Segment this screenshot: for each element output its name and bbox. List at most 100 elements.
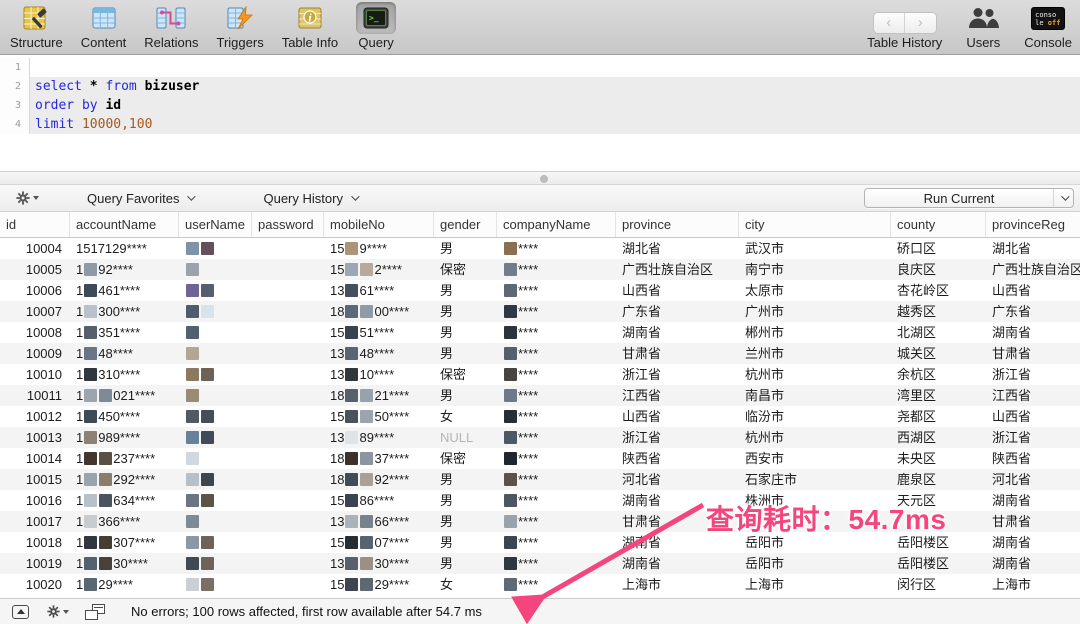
redaction-block bbox=[345, 326, 358, 339]
redaction-block bbox=[360, 473, 373, 486]
cell-accountName: 1989**** bbox=[70, 427, 179, 448]
column-header-provinceReg[interactable]: provinceReg bbox=[986, 212, 1080, 237]
query-toolbar: Query Favorites Query History Run Curren… bbox=[0, 185, 1080, 212]
column-header-accountName[interactable]: accountName bbox=[70, 212, 179, 237]
cell-province: 上海市 bbox=[616, 574, 739, 595]
redaction-block bbox=[345, 473, 358, 486]
redaction-block bbox=[360, 578, 373, 591]
cell-id: 10017 bbox=[0, 511, 70, 532]
table-row[interactable]: 10005192****152****保密****广西壮族自治区南宁市良庆区广西… bbox=[0, 259, 1080, 280]
toolbar-content-button[interactable]: Content bbox=[77, 1, 131, 51]
redaction-block bbox=[186, 347, 199, 360]
run-current-label: Run Current bbox=[865, 191, 1053, 206]
column-header-county[interactable]: county bbox=[891, 212, 986, 237]
annotation-query-time: 查询耗时：54.7ms bbox=[706, 498, 946, 538]
column-header-id[interactable]: id bbox=[0, 212, 70, 237]
toolbar-triggers-button[interactable]: Triggers bbox=[213, 1, 268, 51]
line-number: 1 bbox=[0, 58, 30, 77]
gear-icon bbox=[16, 191, 30, 205]
table-row[interactable]: 100121450****1550****女****山西省临汾市尧都区山西省 bbox=[0, 406, 1080, 427]
table-row[interactable]: 100071300****1800****男****广东省广州市越秀区广东省 bbox=[0, 301, 1080, 322]
toolbar-query-button[interactable]: >_ Query bbox=[352, 1, 400, 51]
table-row[interactable]: 100061461****1361****男****山西省太原市杏花岭区山西省 bbox=[0, 280, 1080, 301]
redaction-block bbox=[345, 431, 358, 444]
status-bar: No errors; 100 rows affected, first row … bbox=[0, 598, 1080, 624]
table-row[interactable]: 100101310****1310****保密****浙江省杭州市余杭区浙江省 bbox=[0, 364, 1080, 385]
table-row[interactable]: 10019130****1330****男****湖南省岳阳市岳阳楼区湖南省 bbox=[0, 553, 1080, 574]
main-toolbar: Structure Content Relations Triggers i T… bbox=[0, 0, 1080, 55]
column-header-city[interactable]: city bbox=[739, 212, 891, 237]
query-history-menu[interactable]: Query History bbox=[263, 191, 356, 206]
cell-companyName: **** bbox=[497, 511, 616, 532]
status-gear-menu[interactable] bbox=[47, 605, 69, 618]
column-header-mobileNo[interactable]: mobileNo bbox=[324, 212, 434, 237]
column-header-companyName[interactable]: companyName bbox=[497, 212, 616, 237]
toolbar-relations-button[interactable]: Relations bbox=[140, 1, 202, 51]
redaction-block bbox=[504, 410, 517, 423]
table-row[interactable]: 100081351****1551****男****湖南省郴州市北湖区湖南省 bbox=[0, 322, 1080, 343]
history-back-button[interactable]: ‹ bbox=[874, 13, 905, 33]
cell-provinceReg: 山西省 bbox=[986, 406, 1080, 427]
toolbar-users-button[interactable]: Users bbox=[956, 1, 1010, 51]
cell-password bbox=[252, 259, 324, 280]
pane-splitter[interactable] bbox=[0, 172, 1080, 185]
toggle-panel-button[interactable] bbox=[85, 604, 105, 620]
cell-provinceReg: 甘肃省 bbox=[986, 511, 1080, 532]
redaction-block bbox=[186, 515, 199, 528]
cell-mobileNo: 1550**** bbox=[324, 406, 434, 427]
sql-editor[interactable]: 1 2 select * from bizuser 3 order by id … bbox=[0, 55, 1080, 172]
cell-accountName: 129**** bbox=[70, 574, 179, 595]
cell-companyName: **** bbox=[497, 385, 616, 406]
table-info-icon: i bbox=[291, 2, 329, 34]
cell-gender: 男 bbox=[434, 532, 497, 553]
cell-accountName: 1634**** bbox=[70, 490, 179, 511]
cell-accountName: 1021**** bbox=[70, 385, 179, 406]
toolbar-triggers-label: Triggers bbox=[217, 35, 264, 50]
run-options-dropdown[interactable] bbox=[1053, 189, 1073, 207]
query-gear-menu[interactable] bbox=[16, 191, 39, 205]
cell-mobileNo: 159**** bbox=[324, 238, 434, 259]
cell-province: 湖北省 bbox=[616, 238, 739, 259]
redaction-block bbox=[504, 284, 517, 297]
query-favorites-menu[interactable]: Query Favorites bbox=[87, 191, 193, 206]
cell-id: 10007 bbox=[0, 301, 70, 322]
table-row[interactable]: 10009148****1348****男****甘肃省兰州市城关区甘肃省 bbox=[0, 343, 1080, 364]
column-header-userName[interactable]: userName bbox=[179, 212, 252, 237]
toolbar-console-button[interactable]: console off Console bbox=[1020, 1, 1076, 51]
cell-mobileNo: 1586**** bbox=[324, 490, 434, 511]
history-forward-button[interactable]: › bbox=[905, 13, 936, 33]
cell-provinceReg: 湖南省 bbox=[986, 553, 1080, 574]
cell-gender: 保密 bbox=[434, 364, 497, 385]
cell-id: 10005 bbox=[0, 259, 70, 280]
toolbar-tableinfo-label: Table Info bbox=[282, 35, 338, 50]
cell-mobileNo: 1821**** bbox=[324, 385, 434, 406]
cell-id: 10004 bbox=[0, 238, 70, 259]
column-header-password[interactable]: password bbox=[252, 212, 324, 237]
panels-icon bbox=[85, 604, 105, 620]
cell-userName bbox=[179, 427, 252, 448]
table-row[interactable]: 100151292****1892****男****河北省石家庄市鹿泉区河北省 bbox=[0, 469, 1080, 490]
column-header-gender[interactable]: gender bbox=[434, 212, 497, 237]
redaction-block bbox=[201, 578, 214, 591]
cell-province: 湖南省 bbox=[616, 322, 739, 343]
redaction-block bbox=[201, 557, 214, 570]
redaction-block bbox=[84, 263, 97, 276]
gear-icon bbox=[47, 605, 60, 618]
run-current-button[interactable]: Run Current bbox=[864, 188, 1074, 208]
redaction-block bbox=[99, 389, 112, 402]
toolbar-structure-button[interactable]: Structure bbox=[6, 1, 67, 51]
table-row[interactable]: 100111021****1821****男****江西省南昌市湾里区江西省 bbox=[0, 385, 1080, 406]
export-image-button[interactable] bbox=[12, 605, 29, 619]
cell-id: 10015 bbox=[0, 469, 70, 490]
table-row[interactable]: 100141237****1837****保密****陕西省西安市未央区陕西省 bbox=[0, 448, 1080, 469]
cell-companyName: **** bbox=[497, 364, 616, 385]
column-header-province[interactable]: province bbox=[616, 212, 739, 237]
table-row[interactable]: 100131989****1389****NULL****浙江省杭州市西湖区浙江… bbox=[0, 427, 1080, 448]
table-row[interactable]: 100041517129****159****男****湖北省武汉市硚口区湖北省 bbox=[0, 238, 1080, 259]
redaction-block bbox=[186, 326, 199, 339]
cell-id: 10009 bbox=[0, 343, 70, 364]
toolbar-tableinfo-button[interactable]: i Table Info bbox=[278, 1, 342, 51]
toolbar-content-label: Content bbox=[81, 35, 127, 50]
query-favorites-label: Query Favorites bbox=[87, 191, 179, 206]
table-row[interactable]: 10020129****1529****女****上海市上海市闵行区上海市 bbox=[0, 574, 1080, 595]
